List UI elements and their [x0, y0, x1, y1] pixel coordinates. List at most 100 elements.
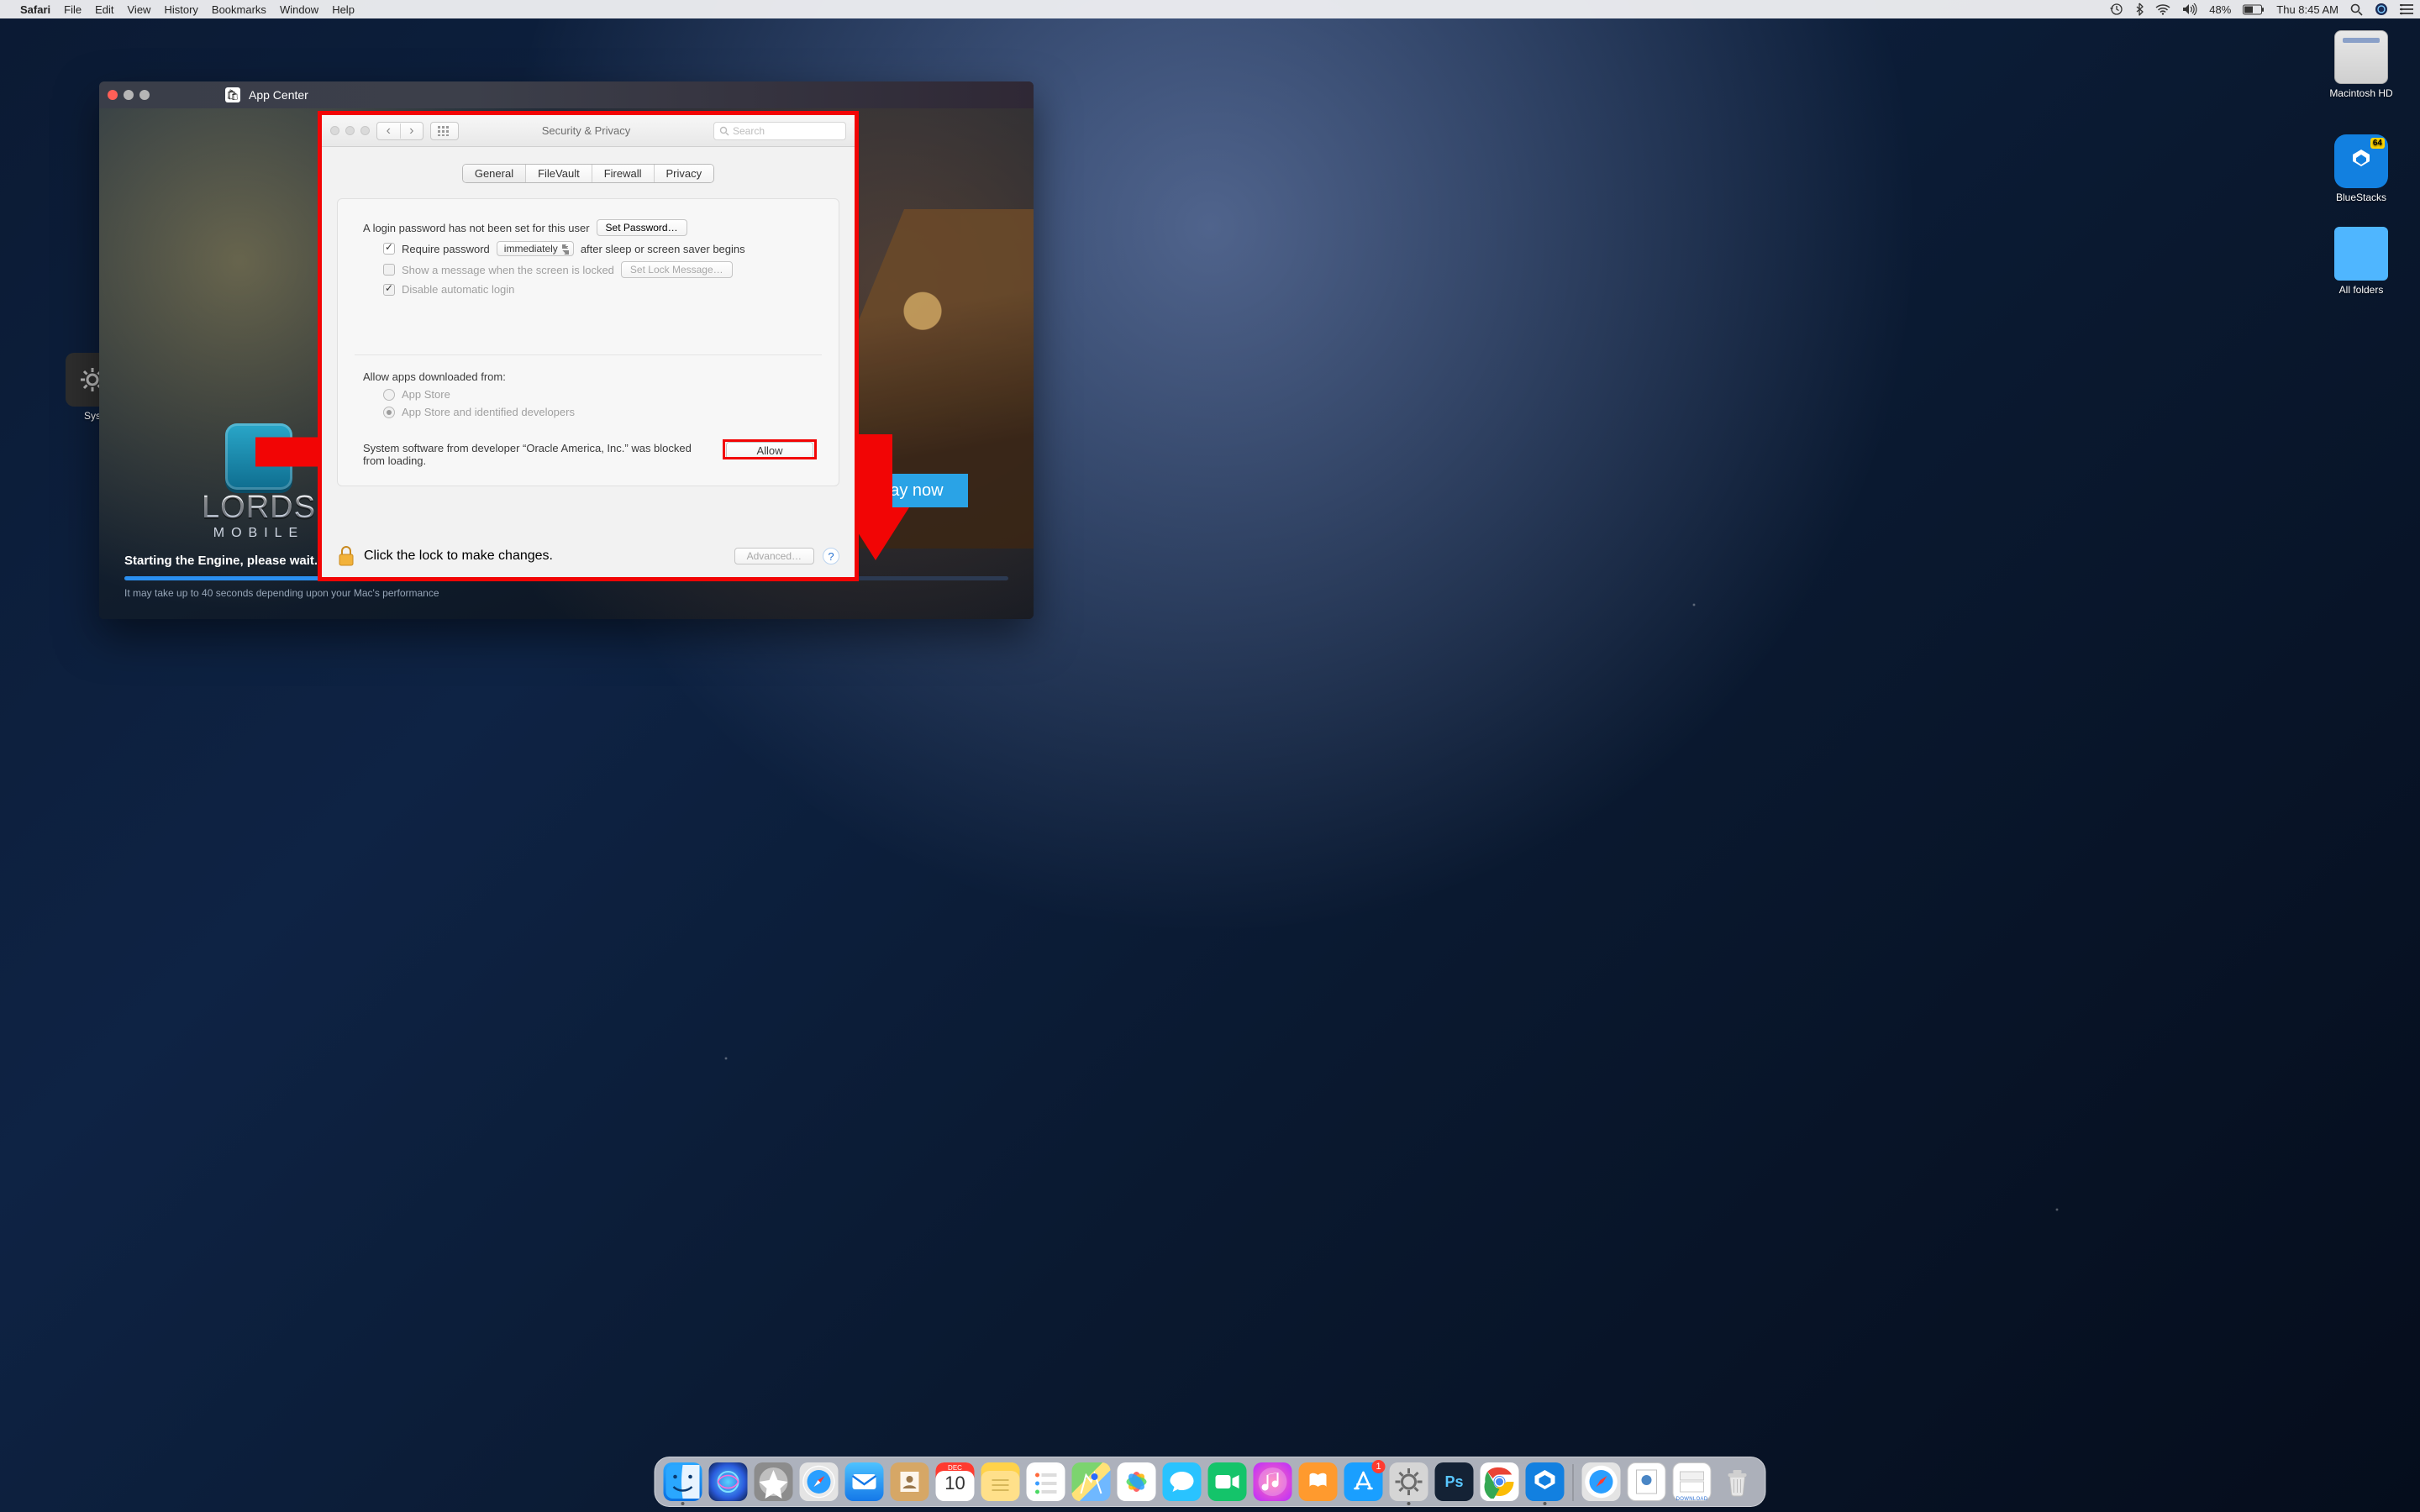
tab-general[interactable]: General — [463, 165, 525, 182]
dock-maps[interactable] — [1072, 1462, 1111, 1501]
dock-chrome[interactable] — [1481, 1462, 1519, 1501]
menubar-app-name[interactable]: Safari — [20, 3, 50, 16]
dock-photoshop[interactable]: Ps — [1435, 1462, 1474, 1501]
engine-hint-text: It may take up to 40 seconds depending u… — [124, 587, 1008, 599]
dock-recent-safari[interactable] — [1582, 1462, 1621, 1501]
dock-downloads-stack[interactable]: DOWNLOAD — [1673, 1462, 1712, 1501]
prefs-tabs: General FileVault Firewall Privacy — [322, 164, 855, 183]
prefs-footer: Click the lock to make changes. Advanced… — [322, 535, 855, 577]
downloads-label: DOWNLOAD — [1676, 1497, 1708, 1502]
menubar-clock[interactable]: Thu 8:45 AM — [2276, 3, 2338, 16]
dock-system-preferences[interactable] — [1390, 1462, 1428, 1501]
dock-recent-document[interactable] — [1628, 1462, 1666, 1501]
menubar-item-view[interactable]: View — [128, 3, 151, 16]
prefs-window-title: Security & Privacy — [466, 124, 707, 137]
window-zoom-button[interactable] — [360, 126, 370, 135]
appcenter-titlebar[interactable]: 🛍 App Center — [99, 81, 1034, 108]
set-password-button[interactable]: Set Password… — [597, 219, 687, 236]
window-close-button[interactable] — [330, 126, 339, 135]
allow-identified-radio — [383, 407, 395, 418]
window-close-button[interactable] — [108, 90, 118, 100]
dock-mail[interactable] — [845, 1462, 884, 1501]
menubar: Safari File Edit View History Bookmarks … — [0, 0, 2420, 18]
game-subtitle: MOBILE — [213, 526, 304, 541]
allow-identified-label: App Store and identified developers — [402, 406, 575, 418]
harddrive-icon — [2334, 30, 2388, 84]
wifi-icon[interactable] — [2155, 4, 2170, 15]
allow-button[interactable]: Allow — [726, 442, 813, 459]
desktop-icon-label: BlueStacks — [2328, 192, 2395, 203]
allow-appstore-label: App Store — [402, 388, 450, 401]
notification-center-icon[interactable] — [2400, 4, 2413, 15]
dock-ibooks[interactable] — [1299, 1462, 1338, 1501]
show-lock-message-checkbox — [383, 264, 395, 276]
nav-forward-button[interactable]: › — [400, 123, 424, 139]
window-minimize-button[interactable] — [345, 126, 355, 135]
after-sleep-label: after sleep or screen saver begins — [581, 243, 745, 255]
dock-calendar[interactable]: DEC 10 — [936, 1462, 975, 1501]
menubar-item-file[interactable]: File — [64, 3, 82, 16]
nav-back-button[interactable]: ‹ — [377, 123, 400, 139]
appstore-badge: 1 — [1372, 1460, 1386, 1473]
dock-safari[interactable] — [800, 1462, 839, 1501]
spotlight-icon[interactable] — [2350, 3, 2363, 16]
dock-appstore[interactable]: 1 — [1344, 1462, 1383, 1501]
desktop-icon-bluestacks[interactable]: BlueStacks — [2328, 134, 2395, 203]
tab-filevault[interactable]: FileVault — [525, 165, 592, 182]
allow-appstore-radio — [383, 389, 395, 401]
security-privacy-window: ‹ › Security & Privacy Search General Fi… — [322, 115, 855, 577]
dock-facetime[interactable] — [1208, 1462, 1247, 1501]
window-zoom-button[interactable] — [139, 90, 150, 100]
tab-privacy[interactable]: Privacy — [654, 165, 714, 182]
set-lock-message-button: Set Lock Message… — [621, 261, 733, 278]
folder-icon — [2334, 227, 2388, 281]
dock-contacts[interactable] — [891, 1462, 929, 1501]
prefs-search-field[interactable]: Search — [713, 122, 846, 140]
menubar-item-history[interactable]: History — [164, 3, 197, 16]
show-all-button[interactable] — [430, 122, 459, 140]
dock-reminders[interactable] — [1027, 1462, 1065, 1501]
dock-itunes[interactable] — [1254, 1462, 1292, 1501]
dock-trash[interactable] — [1718, 1462, 1757, 1501]
search-placeholder: Search — [733, 125, 765, 137]
tab-firewall[interactable]: Firewall — [592, 165, 654, 182]
desktop-icon-macintosh-hd[interactable]: Macintosh HD — [2328, 30, 2395, 99]
nav-back-forward[interactable]: ‹ › — [376, 122, 424, 140]
desktop-icon-label: All folders — [2328, 284, 2395, 296]
login-password-message: A login password has not been set for th… — [363, 222, 590, 234]
bluestacks-icon — [2334, 134, 2388, 188]
bluetooth-icon[interactable] — [2135, 3, 2144, 16]
dock-notes[interactable] — [981, 1462, 1020, 1501]
battery-icon[interactable] — [2243, 4, 2265, 15]
disable-autologin-checkbox — [383, 284, 395, 296]
menubar-item-help[interactable]: Help — [332, 3, 355, 16]
volume-icon[interactable] — [2182, 3, 2197, 15]
desktop-icon-label: Macintosh HD — [2328, 87, 2395, 99]
dock-launchpad[interactable] — [755, 1462, 793, 1501]
window-minimize-button[interactable] — [124, 90, 134, 100]
dock: DEC 10 1 Ps DOWNLOAD — [655, 1457, 1766, 1507]
require-password-checkbox[interactable] — [383, 243, 395, 255]
lock-icon[interactable] — [337, 545, 355, 567]
dock-bluestacks[interactable] — [1526, 1462, 1565, 1501]
dock-messages[interactable] — [1163, 1462, 1202, 1501]
appcenter-title: App Center — [249, 88, 308, 102]
require-password-delay-select[interactable]: immediately — [497, 241, 574, 256]
battery-percentage: 48% — [2209, 3, 2231, 16]
calendar-month: DEC — [948, 1464, 962, 1472]
menubar-item-bookmarks[interactable]: Bookmarks — [212, 3, 266, 16]
help-button[interactable]: ? — [823, 548, 839, 564]
dock-separator — [1573, 1464, 1574, 1501]
siri-menu-icon[interactable] — [2375, 3, 2388, 16]
dock-photos[interactable] — [1118, 1462, 1156, 1501]
menubar-item-window[interactable]: Window — [280, 3, 318, 16]
timemachine-icon[interactable] — [2110, 3, 2123, 16]
lock-message: Click the lock to make changes. — [364, 549, 553, 564]
prefs-body: A login password has not been set for th… — [337, 198, 839, 486]
search-icon — [719, 126, 729, 136]
dock-siri[interactable] — [709, 1462, 748, 1501]
desktop-icon-all-folders[interactable]: All folders — [2328, 227, 2395, 296]
disable-autologin-label: Disable automatic login — [402, 283, 514, 296]
menubar-item-edit[interactable]: Edit — [95, 3, 113, 16]
dock-finder[interactable] — [664, 1462, 702, 1501]
